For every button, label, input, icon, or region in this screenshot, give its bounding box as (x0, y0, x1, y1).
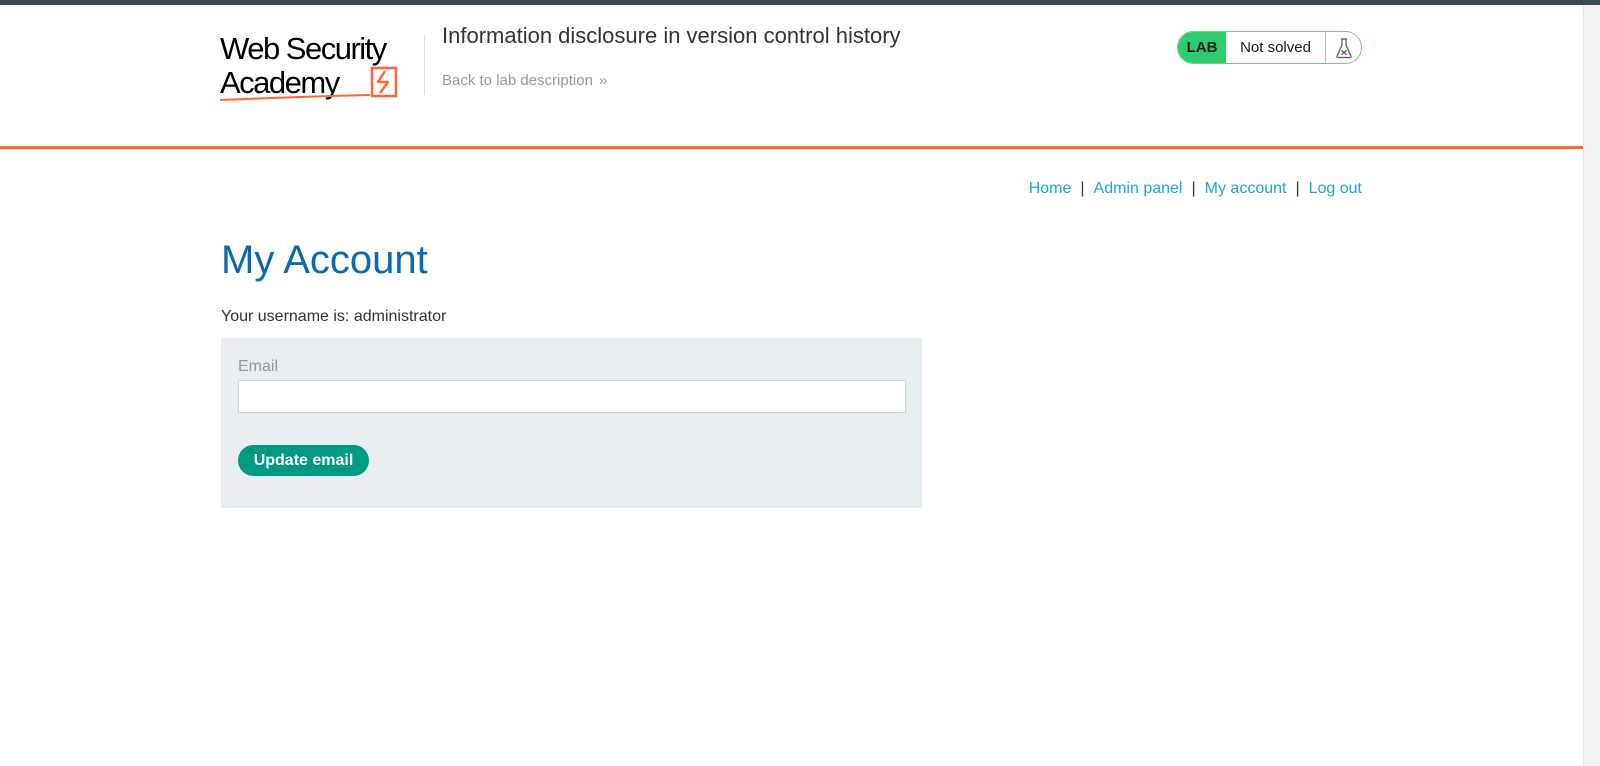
nav-separator: | (1191, 180, 1196, 197)
change-email-form: Email Update email (221, 338, 922, 508)
logo-text-line1: Web Security (220, 31, 388, 66)
username-display: Your username is: administrator (221, 308, 447, 325)
logo-text-line2: Academy (220, 65, 341, 100)
nav-admin-panel-link[interactable]: Admin panel (1094, 180, 1183, 197)
nav-home-link[interactable]: Home (1029, 180, 1072, 197)
page: Web Security Academy Information disclos… (0, 0, 1600, 766)
vertical-scrollbar[interactable] (1583, 5, 1600, 766)
flask-icon-svg (1335, 37, 1352, 58)
lab-status-widget: LAB Not solved (1177, 31, 1362, 64)
double-chevron-right-icon: » (598, 72, 608, 89)
nav-log-out-link[interactable]: Log out (1309, 180, 1362, 197)
back-link-label: Back to lab description (442, 72, 593, 89)
lab-title: Information disclosure in version contro… (442, 23, 901, 48)
back-to-lab-description-link[interactable]: Back to lab description » (442, 72, 607, 89)
nav-my-account-link[interactable]: My account (1205, 180, 1287, 197)
logo-mark: Web Security Academy (220, 31, 398, 101)
web-security-academy-logo[interactable]: Web Security Academy (220, 29, 420, 105)
lab-header: Web Security Academy Information disclos… (0, 5, 1583, 148)
page-title: My Account (221, 238, 428, 282)
update-email-button[interactable]: Update email (238, 445, 369, 476)
lab-status-text: Not solved (1226, 32, 1326, 63)
header-divider (0, 146, 1583, 149)
top-navigation: Home | Admin panel | My account | Log out (1029, 180, 1362, 198)
nav-separator: | (1080, 180, 1085, 197)
logo-divider (424, 35, 425, 95)
email-input[interactable] (238, 380, 906, 413)
lab-badge: LAB (1178, 32, 1226, 63)
flask-icon (1326, 32, 1361, 63)
nav-separator: | (1295, 180, 1300, 197)
email-label: Email (238, 358, 279, 375)
